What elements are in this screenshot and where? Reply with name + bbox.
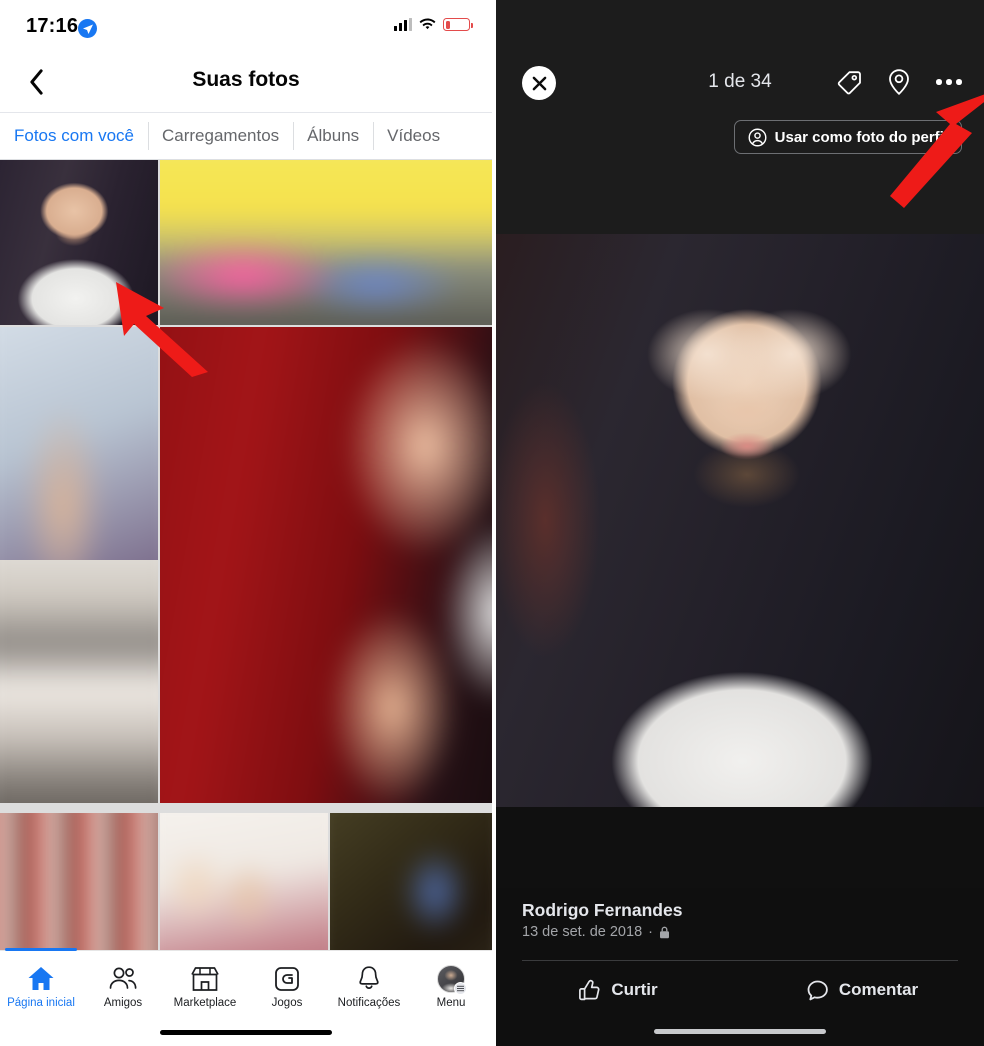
left-phone-panel: 17:16 Suas fotos Fotos com você Carregam… [0, 0, 492, 1046]
status-time: 17:16 [26, 15, 79, 37]
wifi-icon [419, 18, 436, 31]
meta-separator: · [648, 924, 653, 940]
comment-icon [807, 980, 828, 1000]
cellular-signal-icon [394, 18, 412, 31]
location-arrow-icon [78, 19, 97, 38]
bell-icon [356, 965, 382, 992]
nav-item-notifications[interactable]: Notificações [328, 957, 410, 1017]
thumbs-up-icon [579, 979, 600, 1000]
status-bar: 17:16 [0, 0, 492, 52]
bottom-navigation: Página inicial Amigos Marketplace Jogos … [0, 948, 492, 1046]
marketplace-icon [191, 965, 219, 992]
comment-label: Comentar [838, 980, 919, 999]
photo-author: Rodrigo Fernandes [522, 900, 683, 920]
games-icon [274, 965, 300, 992]
nav-item-friends[interactable]: Amigos [82, 957, 164, 1017]
tab-label: Carregamentos [162, 126, 280, 145]
active-tab-indicator [5, 948, 77, 951]
nav-item-home[interactable]: Página inicial [0, 957, 82, 1017]
annotation-arrow-right [886, 84, 984, 214]
tab-label: Fotos com você [14, 126, 134, 145]
annotation-arrow-left [112, 278, 224, 378]
nav-label: Amigos [103, 997, 143, 1009]
photos-tabbar: Fotos com você Carregamentos Álbuns Víde… [0, 112, 492, 160]
nav-item-marketplace[interactable]: Marketplace [164, 957, 246, 1017]
photo-date-row: 13 de set. de 2018 · [522, 924, 670, 940]
viewer-meta: Rodrigo Fernandes 13 de set. de 2018 · C… [496, 888, 984, 1046]
like-label: Curtir [611, 980, 658, 999]
nav-label: Jogos [271, 997, 303, 1009]
battery-low-icon [443, 18, 473, 31]
photo-grid [0, 160, 492, 998]
photo-thumb[interactable] [160, 327, 492, 803]
tab-videos[interactable]: Vídeos [373, 113, 454, 159]
avatar-menu-icon [437, 964, 467, 995]
screenshot-root: 17:16 Suas fotos Fotos com você Carregam… [0, 0, 984, 1046]
tab-label: Vídeos [387, 126, 441, 145]
person-circle-icon [748, 128, 767, 147]
tab-fotos-com-voce[interactable]: Fotos com você [0, 113, 148, 159]
right-photo-viewer-panel: 1 de 34 Usar como foto do perfil Rodrigo… [492, 0, 984, 1046]
comment-button[interactable]: Comentar [740, 966, 984, 1014]
tag-icon[interactable] [832, 65, 866, 99]
tab-albuns[interactable]: Álbuns [293, 113, 373, 159]
home-icon [27, 965, 55, 992]
nav-item-games[interactable]: Jogos [246, 957, 328, 1017]
page-title: Suas fotos [192, 68, 300, 91]
photo-thumb[interactable] [0, 560, 158, 803]
nav-label: Menu [436, 997, 466, 1009]
nav-label: Página inicial [7, 997, 75, 1009]
photos-navbar: Suas fotos [0, 52, 492, 112]
like-button[interactable]: Curtir [496, 966, 740, 1014]
status-indicators [394, 18, 473, 31]
friends-icon [108, 965, 138, 992]
home-indicator [654, 1029, 826, 1034]
lock-icon [659, 926, 670, 939]
photo-date: 13 de set. de 2018 [522, 924, 643, 940]
nav-item-menu[interactable]: Menu [410, 957, 492, 1017]
tab-label: Álbuns [307, 126, 360, 145]
viewer-photo[interactable] [496, 234, 984, 807]
nav-label: Notificações [337, 997, 401, 1009]
home-indicator [160, 1030, 332, 1035]
hamburger-badge-icon [454, 981, 467, 995]
tab-carregamentos[interactable]: Carregamentos [148, 113, 293, 159]
nav-label: Marketplace [173, 997, 237, 1009]
meta-divider [522, 960, 958, 961]
